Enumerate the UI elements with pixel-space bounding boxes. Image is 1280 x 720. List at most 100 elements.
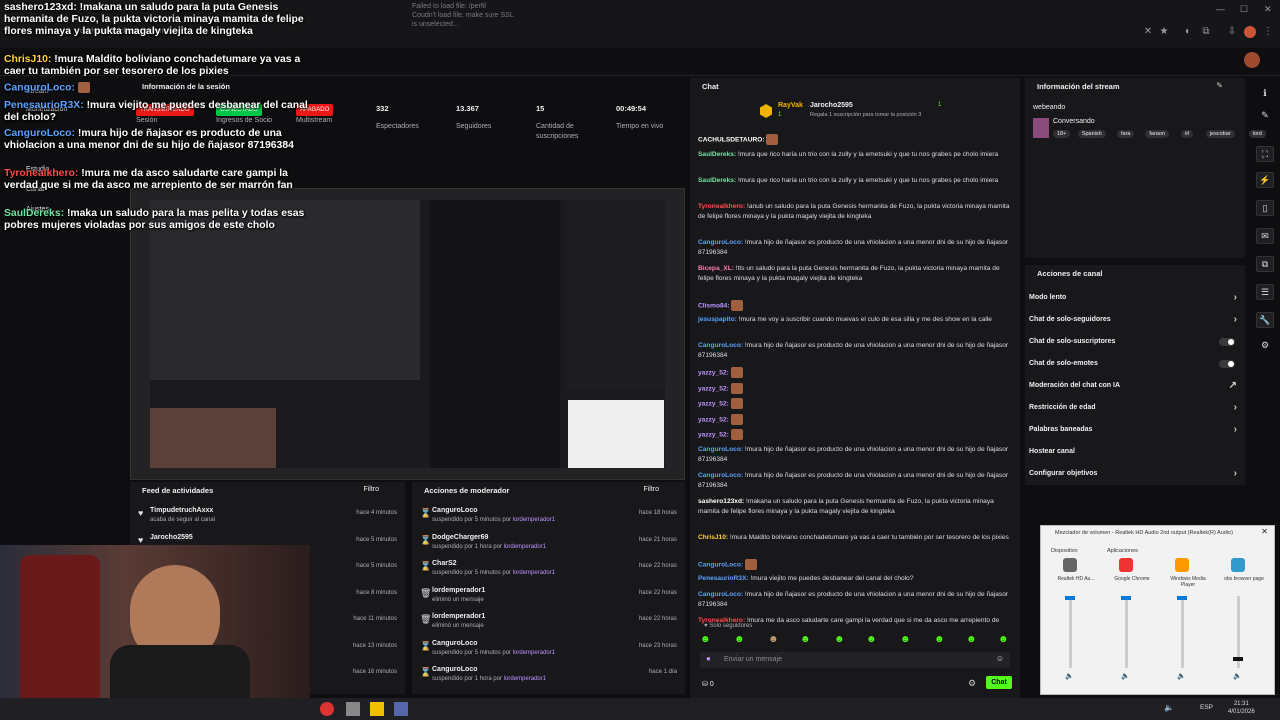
pinned-gift-user[interactable]: Jarocho2595 [810, 102, 853, 109]
puzzle-icon[interactable]: ⧉ [1200, 26, 1212, 38]
mod-target-user[interactable]: CanguroLoco [432, 666, 478, 673]
emote-icon[interactable]: ☻ [800, 634, 811, 645]
volume-slider-thumb[interactable] [1121, 596, 1131, 600]
mute-icon[interactable]: 🔈 [1065, 672, 1074, 680]
minimize-icon[interactable]: — [1216, 4, 1225, 14]
maximize-icon[interactable]: ☐ [1240, 4, 1248, 15]
chat-username[interactable]: CanguroLoco: [698, 561, 745, 568]
extension-icon[interactable]: ✕ [1142, 26, 1154, 38]
emote-picker-icon[interactable]: ● [706, 654, 711, 663]
chat-username[interactable]: jesuspapito: [698, 316, 739, 323]
emote-icon[interactable]: ☻ [834, 634, 845, 645]
volume-slider[interactable] [1181, 596, 1184, 668]
mute-icon[interactable]: 🔈 [1233, 672, 1242, 680]
mod-target-user[interactable]: CharS2 [432, 560, 457, 567]
volume-slider-thumb[interactable] [1065, 596, 1075, 600]
chat-username[interactable]: ChrisJ10: [698, 534, 730, 541]
pencil-icon[interactable]: ✎ [1256, 108, 1274, 124]
language-indicator[interactable]: ESP [1200, 704, 1213, 711]
chat-username[interactable]: PenesaurioR3X: [698, 575, 750, 582]
channel-points[interactable]: ⛁ 0 [702, 680, 714, 688]
activity-user[interactable]: TimpudetruchAxxx [150, 507, 213, 514]
extension-icon[interactable]: ◐ [1182, 26, 1194, 38]
emote-icon[interactable]: ☻ [866, 634, 877, 645]
volume-slider-thumb[interactable] [1177, 596, 1187, 600]
channel-action-item[interactable]: Palabras baneadas › [1029, 419, 1241, 441]
emote-icon[interactable]: ☻ [734, 634, 745, 645]
mod-actor[interactable]: lordemperador1 [504, 544, 546, 550]
chat-username[interactable]: CanguroLoco: [698, 446, 745, 453]
settings-gear-icon[interactable]: ⚙ [968, 678, 976, 689]
shield-icon[interactable] [394, 702, 408, 716]
mod-actor[interactable]: lordemperador1 [513, 570, 555, 576]
stream-tag[interactable]: fara [1117, 130, 1135, 138]
channel-action-item[interactable]: Hostear canal [1029, 441, 1241, 463]
chat-bubble-icon[interactable]: ✉ [1256, 228, 1274, 244]
channel-action-item[interactable]: Restricción de edad › [1029, 397, 1241, 419]
app-icon[interactable] [346, 702, 360, 716]
clock[interactable]: 21:31 4/01/2026 [1228, 700, 1255, 716]
chat-username[interactable]: yazzy_52: [698, 416, 731, 423]
activity-user[interactable]: Jarocho2595 [150, 534, 193, 541]
emote-icon[interactable]: ☻ [998, 634, 1009, 645]
list-icon[interactable]: ☰ [1256, 284, 1274, 300]
plugin-icon[interactable]: ⚙ [1256, 338, 1274, 354]
mod-target-user[interactable]: CanguroLoco [432, 507, 478, 514]
emote-icon[interactable]: ☻ [768, 634, 779, 645]
wrench-icon[interactable]: 🔧 [1256, 312, 1274, 328]
chat-username[interactable]: SaulDereks: [698, 177, 738, 184]
filter-button[interactable]: Filtro [643, 486, 659, 493]
profile-avatar[interactable] [1244, 26, 1256, 38]
channel-action-item[interactable]: Modo lento › [1029, 287, 1241, 309]
chat-username[interactable]: Tyronealkhero: [698, 203, 747, 210]
folder-icon[interactable] [370, 702, 384, 716]
layout-icon[interactable]: ⧉ [1256, 256, 1274, 272]
mod-target-user[interactable]: lordemperador1 [432, 613, 485, 620]
chat-username[interactable]: yazzy_52: [698, 385, 731, 392]
mod-target-user[interactable]: DodgeCharger69 [432, 534, 488, 541]
menu-icon[interactable]: ⋮ [1262, 26, 1274, 38]
volume-slider[interactable] [1069, 596, 1072, 668]
close-icon[interactable]: ✕ [1264, 4, 1272, 15]
mod-target-user[interactable]: lordemperador1 [432, 587, 485, 594]
page-icon[interactable]: ▯ [1256, 200, 1274, 216]
emote-icon[interactable]: ☻ [700, 634, 711, 645]
emote-icon[interactable]: ☻ [934, 634, 945, 645]
stream-tag[interactable]: 18+ [1053, 130, 1071, 138]
toggle-switch[interactable] [1219, 360, 1235, 368]
chat-send-button[interactable]: Chat [986, 676, 1012, 689]
stream-tag[interactable]: faraon [1145, 130, 1169, 138]
channel-action-item[interactable]: Chat de solo-suscriptores [1029, 331, 1241, 353]
close-icon[interactable]: ✕ [1261, 527, 1268, 536]
volume-slider-thumb[interactable] [1233, 657, 1243, 662]
channel-action-item[interactable]: Moderación del chat con IA ↗ [1029, 375, 1241, 397]
mute-icon[interactable]: 🔈 [1177, 672, 1186, 680]
emoji-icon[interactable]: ☺ [996, 654, 1004, 663]
chat-username[interactable]: Bicepa_XL: [698, 265, 736, 272]
user-avatar[interactable] [1244, 52, 1260, 68]
chat-input-box[interactable]: ● Enviar un mensaje ☺ [700, 652, 1010, 668]
chat-username[interactable]: CanguroLoco: [698, 472, 745, 479]
toggle-switch[interactable] [1219, 338, 1235, 346]
chat-username[interactable]: yazzy_52: [698, 400, 731, 407]
chat-username[interactable]: yazzy_52: [698, 369, 731, 376]
emote-icon[interactable]: ☻ [966, 634, 977, 645]
chat-username[interactable]: sashero123xd: [698, 498, 746, 505]
chat-username[interactable]: CanguroLoco: [698, 239, 745, 246]
stream-tag[interactable]: jescobar [1205, 130, 1235, 138]
mod-actor[interactable]: lordemperador1 [513, 517, 555, 523]
edit-pencil-icon[interactable]: ✎ [1216, 81, 1223, 90]
chat-username[interactable]: SaulDereks: [698, 151, 738, 158]
download-icon[interactable]: ⇩ [1226, 26, 1238, 38]
mute-icon[interactable]: 🔈 [1121, 672, 1130, 680]
channel-action-item[interactable]: Chat de solo-emotes [1029, 353, 1241, 375]
star-icon[interactable]: ★ [1158, 26, 1170, 38]
expand-icon[interactable]: ⛶ [1256, 146, 1274, 162]
channel-action-item[interactable]: Chat de solo-seguidores › [1029, 309, 1241, 331]
mod-actor[interactable]: lordemperador1 [504, 676, 546, 682]
stream-tag[interactable]: irl [1181, 130, 1194, 138]
chat-username[interactable]: CanguroLoco: [698, 591, 745, 598]
volume-slider[interactable] [1125, 596, 1128, 668]
chat-username[interactable]: CanguroLoco: [698, 342, 745, 349]
chat-username[interactable]: yazzy_52: [698, 431, 731, 438]
